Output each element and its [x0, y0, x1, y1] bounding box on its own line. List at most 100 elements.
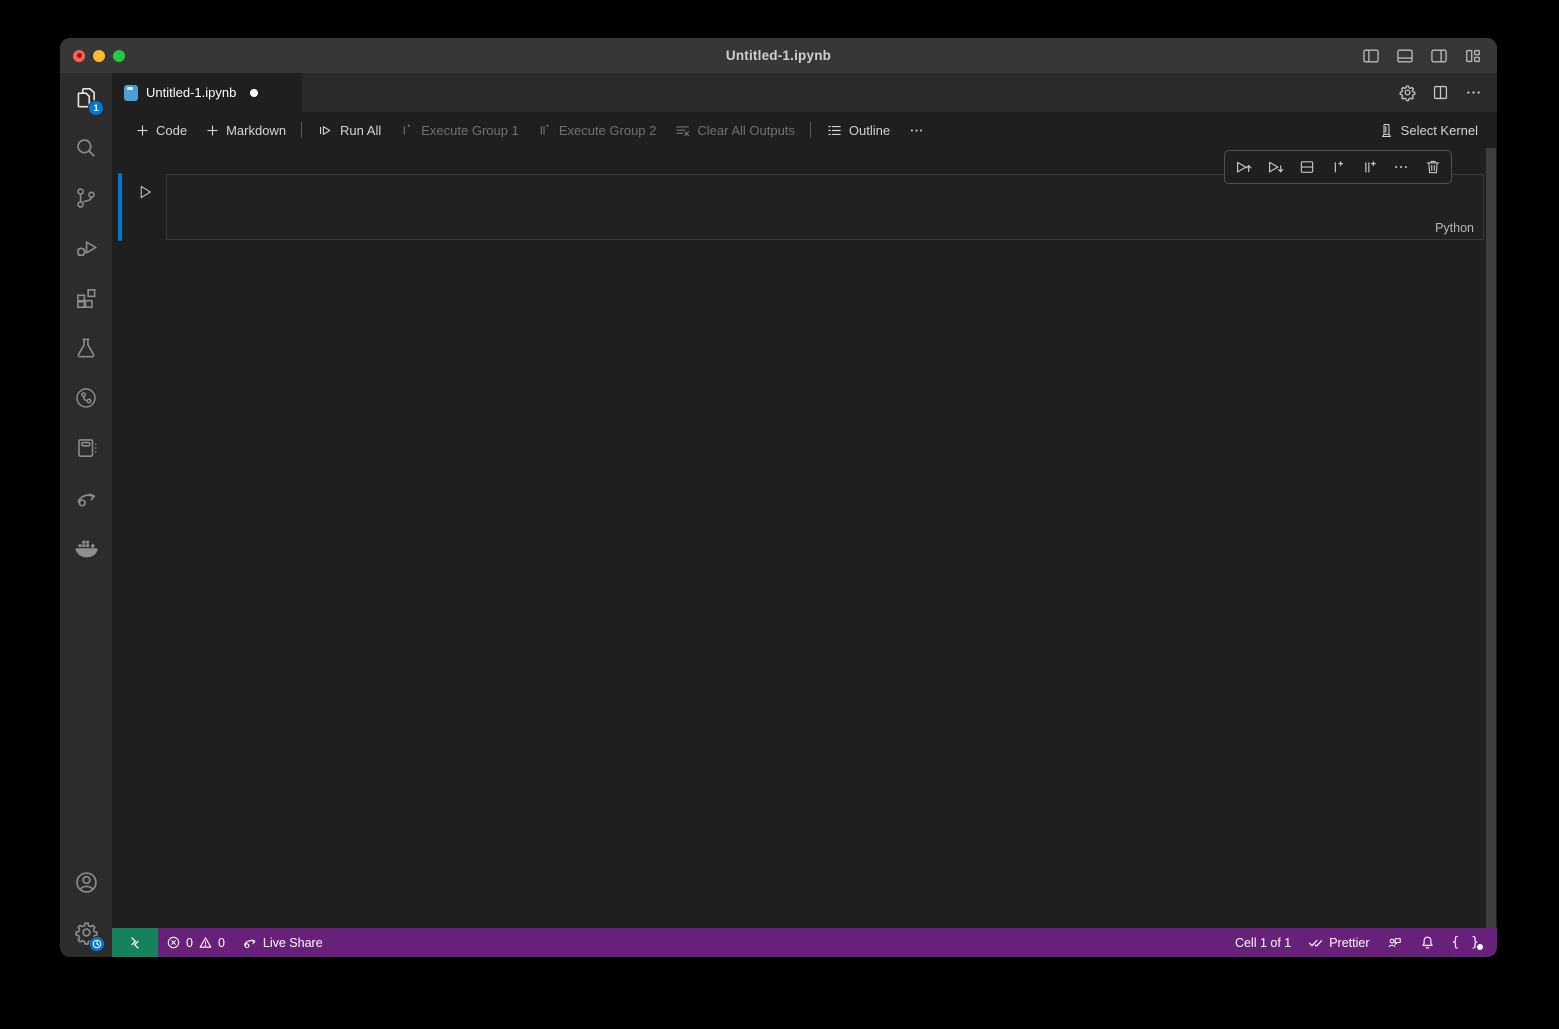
sidebar-item-search[interactable] — [60, 123, 112, 173]
title-bar: Untitled-1.ipynb — [60, 38, 1497, 73]
toolbar-separator — [810, 122, 811, 138]
live-share-label: Live Share — [263, 936, 323, 950]
insert-cell-above-icon — [1329, 158, 1347, 176]
plus-icon — [205, 123, 220, 138]
split-cell-icon — [1298, 158, 1316, 176]
select-kernel-button[interactable]: Select Kernel — [1369, 117, 1487, 143]
execute-above-cells-button[interactable] — [1231, 154, 1257, 180]
error-icon — [166, 935, 181, 950]
toggle-primary-sidebar-icon[interactable] — [1359, 44, 1383, 68]
sidebar-item-extensions[interactable] — [60, 273, 112, 323]
execute-cell-and-below-button[interactable] — [1262, 154, 1288, 180]
live-share-status[interactable]: Live Share — [233, 928, 331, 957]
notebook-settings-gear-icon[interactable] — [1398, 83, 1417, 102]
live-share-icon — [73, 485, 99, 511]
sidebar-item-testing[interactable] — [60, 323, 112, 373]
feedback-button[interactable] — [1378, 928, 1411, 957]
sidebar-item-explorer[interactable]: 1 — [60, 73, 112, 123]
run-cell-button[interactable] — [134, 181, 156, 203]
warning-icon — [198, 935, 213, 950]
braces-status-dot — [1477, 944, 1483, 950]
sidebar-item-docker[interactable] — [60, 523, 112, 573]
cell-indicator[interactable]: Cell 1 of 1 — [1227, 928, 1299, 957]
sidebar-item-live-share[interactable] — [60, 473, 112, 523]
status-bar: 0 0 Live Share Cell 1 of — [112, 928, 1497, 957]
cell-language-picker[interactable]: Python — [1435, 221, 1474, 235]
notifications-button[interactable] — [1411, 928, 1444, 957]
docker-icon — [72, 534, 100, 562]
outline-list-icon — [826, 122, 843, 139]
execute-group-1-button[interactable]: Execute Group 1 — [390, 117, 528, 143]
run-debug-icon — [73, 235, 99, 261]
zoom-button[interactable] — [113, 50, 125, 62]
minimize-button[interactable] — [93, 50, 105, 62]
run-all-button[interactable]: Run All — [308, 117, 390, 143]
remote-icon — [127, 935, 143, 951]
sidebar-item-settings[interactable] — [60, 907, 112, 957]
outline-button[interactable]: Outline — [817, 117, 899, 143]
cell-more-actions-button[interactable] — [1388, 154, 1414, 180]
main-row: 1 — [60, 73, 1497, 957]
braces-icon: { } — [1452, 935, 1481, 950]
kernel-icon — [1378, 122, 1395, 139]
source-control-icon — [73, 185, 99, 211]
search-icon — [73, 135, 99, 161]
close-button[interactable] — [73, 50, 85, 62]
explorer-badge: 1 — [88, 100, 104, 116]
cell-focus-bar[interactable] — [118, 173, 122, 241]
traffic-lights — [73, 38, 125, 73]
insert-cell-below-button[interactable] — [1357, 154, 1383, 180]
gitlens-icon — [73, 385, 99, 411]
notebook-file-icon — [124, 85, 138, 101]
execute-group-2-label: Execute Group 2 — [559, 123, 657, 138]
unsaved-changes-dot[interactable] — [250, 89, 258, 97]
status-bar-right: Cell 1 of 1 Prettier — [1227, 928, 1497, 957]
clear-all-outputs-button[interactable]: Clear All Outputs — [665, 117, 804, 143]
plus-icon — [135, 123, 150, 138]
add-code-label: Code — [156, 123, 187, 138]
toolbar-separator — [301, 122, 302, 138]
warning-count: 0 — [218, 936, 225, 950]
feedback-icon — [1386, 934, 1403, 951]
prettier-status[interactable]: Prettier — [1299, 928, 1377, 957]
toolbar-more-button[interactable] — [899, 117, 934, 143]
split-editor-icon[interactable] — [1431, 83, 1450, 102]
clear-all-outputs-label: Clear All Outputs — [697, 123, 795, 138]
tab-bar-actions — [1398, 73, 1497, 112]
bell-icon — [1419, 934, 1436, 951]
execute-group-1-icon — [399, 122, 415, 138]
delete-cell-button[interactable] — [1420, 154, 1446, 180]
notebook-toolbar: Code Markdown — [112, 112, 1497, 148]
execute-group-1-label: Execute Group 1 — [421, 123, 519, 138]
customize-layout-icon[interactable] — [1461, 44, 1485, 68]
sidebar-item-notebooks[interactable] — [60, 423, 112, 473]
more-actions-icon[interactable] — [1464, 83, 1483, 102]
toggle-secondary-sidebar-icon[interactable] — [1427, 44, 1451, 68]
toggle-panel-icon[interactable] — [1393, 44, 1417, 68]
spell-checker-status[interactable]: { } — [1444, 928, 1489, 957]
add-markdown-cell-button[interactable]: Markdown — [196, 117, 295, 143]
editor-scrollbar[interactable] — [1485, 148, 1497, 928]
prettier-label: Prettier — [1329, 936, 1369, 950]
remote-indicator[interactable] — [112, 928, 158, 957]
sidebar-item-accounts[interactable] — [60, 857, 112, 907]
execute-group-2-button[interactable]: Execute Group 2 — [528, 117, 666, 143]
tab-untitled-1-ipynb[interactable]: Untitled-1.ipynb — [112, 73, 302, 112]
problems-indicator[interactable]: 0 0 — [158, 928, 233, 957]
select-kernel-label: Select Kernel — [1401, 123, 1478, 138]
execute-above-icon — [1234, 158, 1253, 177]
sidebar-item-run-debug[interactable] — [60, 223, 112, 273]
execute-below-icon — [1266, 158, 1285, 177]
split-cell-button[interactable] — [1294, 154, 1320, 180]
scrollbar-thumb[interactable] — [1486, 148, 1496, 928]
notebook-icon — [73, 435, 99, 461]
execute-group-2-icon — [537, 122, 553, 138]
run-all-icon — [317, 122, 334, 139]
add-code-cell-button[interactable]: Code — [126, 117, 196, 143]
ellipsis-icon — [1392, 158, 1410, 176]
trash-icon — [1424, 158, 1442, 176]
sidebar-item-source-control[interactable] — [60, 173, 112, 223]
sidebar-item-gitlens[interactable] — [60, 373, 112, 423]
insert-cell-above-button[interactable] — [1325, 154, 1351, 180]
cell-indicator-label: Cell 1 of 1 — [1235, 936, 1291, 950]
